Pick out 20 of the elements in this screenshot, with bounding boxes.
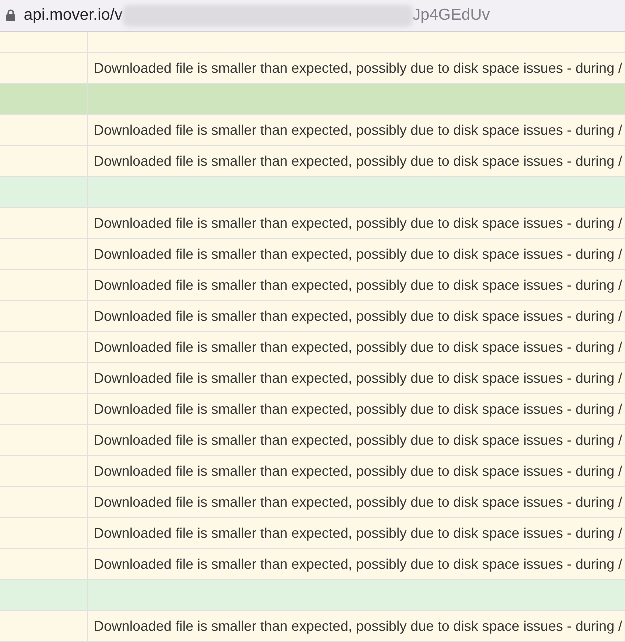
message-text: Downloaded file is smaller than expected, possibly due to disk space issues - during / <box>94 618 622 634</box>
message-text: Downloaded file is smaller than expected, possibly due to disk space issues - during / <box>94 494 622 510</box>
url-text: api.mover.io/v <box>24 6 123 24</box>
message-text: Downloaded file is smaller than expected, possibly due to disk space issues - during / <box>94 525 622 541</box>
message-text: Downloaded file is smaller than expected, possibly due to disk space issues - during / <box>94 153 622 169</box>
message-text: Downloaded file is smaller than expected, possibly due to disk space issues - during / <box>94 401 622 417</box>
message-text: Downloaded file is smaller than expected, possibly due to disk space issues - during / <box>94 370 622 386</box>
message-text: Downloaded file is smaller than expected, possibly due to disk space issues - during / <box>94 122 622 138</box>
message-text: Downloaded file is smaller than expected, possibly due to disk space issues - during / <box>94 215 622 231</box>
message-text: Downloaded file is smaller than expected, possibly due to disk space issues - during / <box>94 432 622 448</box>
lock-icon <box>6 9 16 22</box>
message-text: Downloaded file is smaller than expected, possibly due to disk space issues - during / <box>94 556 622 572</box>
message-text: Downloaded file is smaller than expected, possibly due to disk space issues - during / <box>94 60 622 76</box>
message-text: Downloaded file is smaller than expected, possibly due to disk space issues - during / <box>94 463 622 479</box>
address-bar[interactable]: api.mover.io/v Jp4GEdUv <box>0 0 625 32</box>
message-text: Downloaded file is smaller than expected, possibly due to disk space issues - during / <box>94 339 622 355</box>
url-text: Jp4GEdUv <box>412 6 490 24</box>
message-text: Downloaded file is smaller than expected, possibly due to disk space issues - during / <box>94 246 622 262</box>
message-text: Downloaded file is smaller than expected, possibly due to disk space issues - during / <box>94 308 622 324</box>
message-text: Downloaded file is smaller than expected, possibly due to disk space issues - during / <box>94 277 622 293</box>
